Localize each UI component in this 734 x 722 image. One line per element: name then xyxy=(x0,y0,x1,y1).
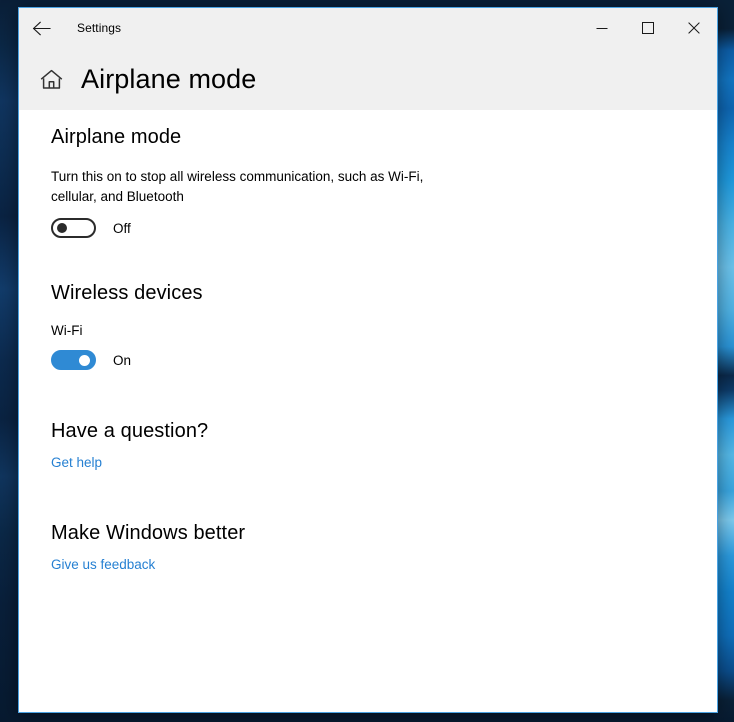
toggle-knob xyxy=(79,354,90,366)
minimize-button[interactable] xyxy=(579,8,625,48)
airplane-mode-section: Airplane mode Turn this on to stop all w… xyxy=(51,126,685,239)
page-title: Airplane mode xyxy=(81,63,257,94)
wallpaper-left-band xyxy=(0,0,18,722)
window-controls xyxy=(579,8,717,48)
home-button[interactable] xyxy=(34,62,68,96)
have-a-question-heading: Have a question? xyxy=(51,420,209,443)
back-arrow-icon xyxy=(32,21,51,35)
wireless-devices-heading: Wireless devices xyxy=(51,282,203,305)
page-header: Airplane mode xyxy=(19,48,717,110)
give-us-feedback-link[interactable]: Give us feedback xyxy=(51,557,155,572)
close-button[interactable] xyxy=(671,8,717,48)
make-windows-better-heading: Make Windows better xyxy=(51,522,246,545)
title-bar: Settings xyxy=(19,8,717,48)
minimize-icon xyxy=(596,28,608,29)
desktop-background: Settings Airplane mode Airplane mode Tur… xyxy=(0,0,734,722)
get-help-link[interactable]: Get help xyxy=(51,455,102,470)
airplane-mode-heading: Airplane mode xyxy=(51,126,182,148)
wifi-toggle-state: On xyxy=(113,352,132,368)
back-button[interactable] xyxy=(19,8,63,48)
window-title: Settings xyxy=(77,21,122,35)
airplane-mode-toggle-state: Off xyxy=(113,220,131,236)
airplane-mode-toggle-row: Off xyxy=(51,218,685,239)
home-icon xyxy=(40,69,62,89)
maximize-button[interactable] xyxy=(625,8,671,48)
airplane-mode-toggle[interactable] xyxy=(51,218,96,239)
make-windows-better-section: Make Windows better Give us feedback xyxy=(51,522,685,574)
wifi-label: Wi-Fi xyxy=(51,323,83,339)
airplane-mode-description: Turn this on to stop all wireless commun… xyxy=(51,169,424,204)
have-a-question-section: Have a question? Get help xyxy=(51,420,685,472)
toggle-knob xyxy=(57,223,67,234)
maximize-icon xyxy=(642,22,654,34)
wifi-toggle-row: On xyxy=(51,350,685,371)
settings-window: Settings Airplane mode Airplane mode Tur… xyxy=(18,7,718,713)
settings-content: Airplane mode Turn this on to stop all w… xyxy=(19,110,717,712)
close-icon xyxy=(688,22,700,34)
wifi-toggle[interactable] xyxy=(51,350,96,371)
wireless-devices-section: Wireless devices Wi-Fi On xyxy=(51,282,685,371)
